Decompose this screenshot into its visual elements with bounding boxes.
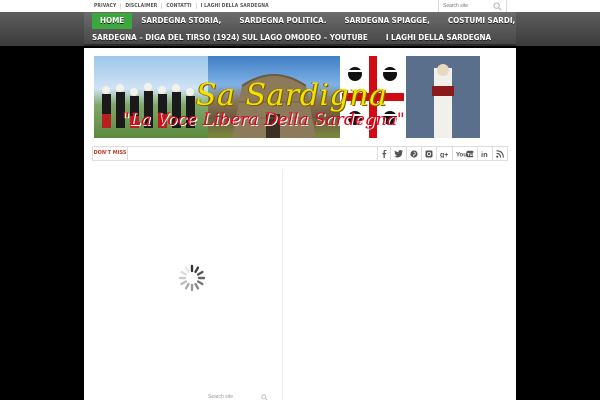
pinterest-icon[interactable] [406, 147, 421, 160]
nav-costumi-sardi[interactable]: Costumi sardi, [439, 13, 524, 29]
twitter-icon[interactable] [390, 147, 406, 160]
social-icons: g+ YouTube in [377, 147, 507, 160]
nav-sardegna-storia[interactable]: Sardegna storia, [132, 13, 230, 29]
column-divider [282, 169, 283, 400]
top-menu-disclaimer[interactable]: Disclaimer [120, 3, 161, 9]
top-menu-laghi[interactable]: I LAGHI DELLA SARDEGNA [195, 3, 273, 9]
instagram-icon[interactable] [421, 147, 436, 160]
svg-text:g+: g+ [440, 152, 448, 158]
nav-sardegna-politica[interactable]: Sardegna politica. [230, 13, 335, 29]
main-nav-row1: Home Sardegna storia, Sardegna politica.… [92, 13, 524, 29]
nav-diga-tirso[interactable]: Sardegna – Diga del Tirso (1924) sul lag… [92, 30, 377, 46]
facebook-icon[interactable] [377, 147, 390, 160]
svg-text:in: in [481, 150, 488, 158]
header-banner[interactable]: Sa Sardigna "La Voce Libera Della Sardeg… [92, 56, 482, 138]
bottom-search-icon[interactable] [261, 394, 268, 400]
search-input[interactable] [443, 3, 491, 9]
top-search-box [438, 0, 507, 12]
googleplus-icon[interactable]: g+ [436, 147, 452, 160]
youtube-icon[interactable]: YouTube [452, 147, 477, 160]
nav-home[interactable]: Home [92, 13, 133, 29]
search-icon[interactable] [493, 2, 502, 11]
main-column [92, 169, 282, 400]
dont-miss-bar: Don't Miss g+ YouTube in [92, 146, 508, 161]
site-subtitle: "La Voce Libera Della Sardegna" [122, 110, 405, 130]
top-menu: Privacy Disclaimer Contatti I LAGHI DELL… [90, 0, 273, 12]
main-nav: Home Sardegna storia, Sardegna politica.… [0, 12, 600, 46]
page-content: Sa Sardigna "La Voce Libera Della Sardeg… [84, 48, 516, 400]
top-bar: Privacy Disclaimer Contatti I LAGHI DELL… [0, 0, 600, 12]
linkedin-icon[interactable]: in [477, 147, 492, 160]
main-nav-row2: Sardegna – Diga del Tirso (1924) sul lag… [92, 30, 500, 46]
dont-miss-label: Don't Miss [93, 147, 128, 160]
nav-laghi-sardegna[interactable]: I LAGHI DELLA SARDEGNA [377, 30, 500, 46]
rss-icon[interactable] [492, 147, 507, 160]
loading-spinner-icon [178, 264, 206, 292]
nav-sardegna-spiagge[interactable]: Sardegna spiagge, [335, 13, 438, 29]
svg-text:You: You [456, 152, 467, 158]
top-menu-contatti[interactable]: Contatti [161, 3, 195, 9]
bottom-search-placeholder[interactable]: Search site [208, 394, 233, 400]
site-title: Sa Sardigna [196, 78, 388, 113]
svg-text:Tube: Tube [467, 152, 474, 158]
top-menu-privacy[interactable]: Privacy [90, 3, 120, 9]
